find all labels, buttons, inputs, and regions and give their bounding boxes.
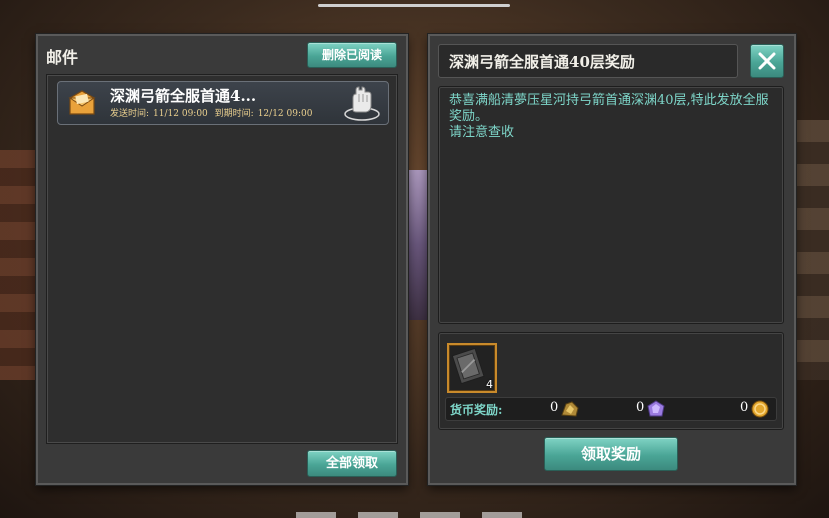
close-button[interactable] bbox=[750, 44, 784, 78]
mail-list-panel: 邮件 删除已阅读 深渊弓箭全服首通4... 发送时间: 11/12 09:00 到… bbox=[36, 34, 408, 485]
close-icon bbox=[758, 52, 776, 70]
gold-ore-value: 0 bbox=[550, 400, 559, 415]
purple-crystal-icon bbox=[647, 400, 665, 417]
mail-item-dates: 发送时间: 11/12 09:00 到期时间: 12/12 09:00 bbox=[110, 106, 316, 119]
reward-box: 4 货币奖励: 0 0 0 bbox=[438, 332, 784, 430]
background-scenery-middle bbox=[406, 170, 428, 320]
delete-read-button[interactable]: 删除已阅读 bbox=[307, 42, 397, 68]
mail-item-title: 深渊弓箭全服首通4... bbox=[110, 87, 257, 105]
mail-list[interactable]: 深渊弓箭全服首通4... 发送时间: 11/12 09:00 到期时间: 12/12… bbox=[46, 74, 398, 444]
expire-time-label: 到期时间: bbox=[214, 109, 254, 119]
claim-all-button[interactable]: 全部领取 bbox=[307, 450, 397, 477]
gold-coin-icon bbox=[751, 400, 769, 418]
gold-ore-icon bbox=[561, 401, 579, 417]
sent-time-label: 发送时间: bbox=[110, 109, 150, 119]
mail-content-box: 恭喜满船清夢压星河持弓箭首通深渊40层,特此发放全服奖励。 请注意查收 bbox=[438, 86, 784, 324]
mail-detail-panel: 深渊弓箭全服首通40层奖励 恭喜满船清夢压星河持弓箭首通深渊40层,特此发放全服… bbox=[428, 34, 796, 485]
sent-time-value: 11/12 09:00 bbox=[153, 109, 208, 119]
background-scenery-left bbox=[0, 150, 36, 380]
scroll-card-icon bbox=[451, 347, 485, 385]
reward-item-count: 4 bbox=[486, 378, 493, 391]
mail-content: 恭喜满船清夢压星河持弓箭首通深渊40层,特此发放全服奖励。 请注意查收 bbox=[449, 93, 777, 141]
gold-coin-value: 0 bbox=[740, 400, 749, 415]
mail-content-line-2: 请注意查收 bbox=[449, 125, 515, 140]
mail-list-item[interactable]: 深渊弓箭全服首通4... 发送时间: 11/12 09:00 到期时间: 12/12… bbox=[57, 81, 389, 125]
claim-reward-button[interactable]: 领取奖励 bbox=[544, 437, 678, 471]
detail-title: 深渊弓箭全服首通40层奖励 bbox=[449, 53, 635, 71]
expire-time-value: 12/12 09:00 bbox=[257, 109, 313, 119]
mailbox-title: 邮件 bbox=[46, 48, 79, 67]
bottom-indicator bbox=[296, 512, 538, 518]
currency-reward-label: 货币奖励: bbox=[450, 403, 503, 417]
top-indicator-bar bbox=[318, 4, 510, 7]
currency-reward-bar: 货币奖励: 0 0 0 bbox=[445, 397, 777, 421]
detail-title-box: 深渊弓箭全服首通40层奖励 bbox=[438, 44, 738, 78]
claim-hand-icon bbox=[344, 86, 380, 121]
background-scenery-right bbox=[793, 120, 829, 380]
envelope-icon bbox=[68, 90, 96, 115]
mail-content-line-1: 恭喜满船清夢压星河持弓箭首通深渊40层,特此发放全服奖励。 bbox=[449, 93, 769, 124]
reward-item-slot[interactable]: 4 bbox=[447, 343, 497, 393]
purple-crystal-value: 0 bbox=[636, 400, 645, 415]
